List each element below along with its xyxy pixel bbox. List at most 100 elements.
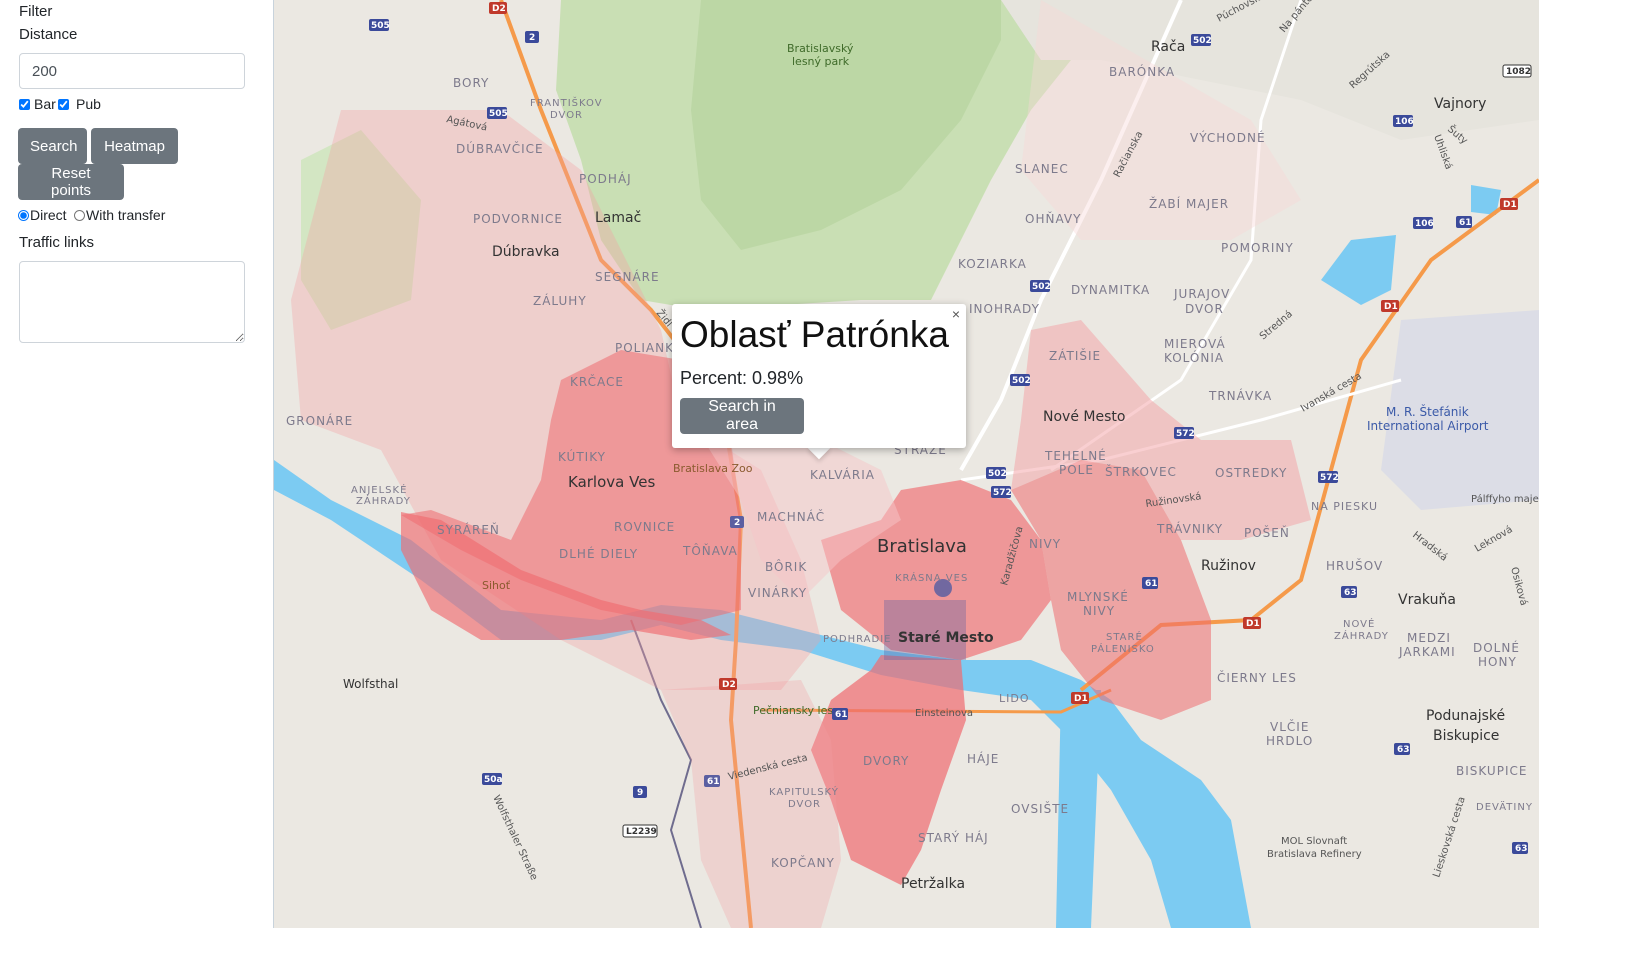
- svg-text:502: 502: [1193, 36, 1212, 46]
- label-vlcie-hrdlo-2: HRDLO: [1266, 734, 1313, 748]
- label-syraren: SYRÁREŇ: [437, 522, 500, 537]
- shield-l2239: L2239: [622, 824, 658, 838]
- svg-text:D1: D1: [1246, 619, 1260, 629]
- label-podhaj: PODHÁJ: [579, 171, 632, 186]
- label-zatisie: ZÁTIŠIE: [1049, 348, 1101, 363]
- radio-direct[interactable]: Direct: [18, 207, 67, 223]
- shield-d1-b: D1: [1381, 300, 1399, 312]
- traffic-links-label: Traffic links: [19, 234, 95, 251]
- search-in-area-button[interactable]: Search in area: [680, 398, 804, 434]
- shield-61-b: 61: [1142, 577, 1158, 589]
- svg-text:61: 61: [1145, 579, 1158, 589]
- checkbox-bar-label: Bar: [34, 96, 56, 112]
- label-tehelne-2: POLE: [1059, 463, 1094, 477]
- shield-505-a: 505: [369, 19, 390, 31]
- shield-2-mid: 2: [730, 516, 744, 528]
- label-haje: HÁJE: [967, 751, 999, 766]
- label-kapitulsky-2: DVOR: [788, 799, 821, 810]
- label-stare-mesto: Staré Mesto: [898, 630, 994, 646]
- svg-text:63: 63: [1515, 844, 1528, 854]
- svg-text:502: 502: [988, 469, 1007, 479]
- label-medzi-jarkami-2: JARKAMI: [1398, 645, 1456, 659]
- svg-text:106: 106: [1395, 117, 1414, 127]
- popup-percent: Percent: 0.98%: [680, 368, 804, 388]
- sidebar: Filter Distance Bar Pub Search Heatmap R…: [0, 0, 273, 975]
- label-airport-2: International Airport: [1367, 419, 1489, 433]
- reset-points-button[interactable]: Reset points: [18, 164, 124, 200]
- map[interactable]: Bratislava Staré Mesto Nové Mesto Karlov…: [273, 0, 1539, 928]
- shield-61-a: 61: [1456, 216, 1472, 228]
- label-vinarky: VINÁRKY: [748, 585, 807, 600]
- label-zaluhy: ZÁLUHY: [533, 293, 587, 308]
- label-biskupice-district: BISKUPICE: [1456, 764, 1527, 778]
- shield-572-a: 572: [991, 486, 1012, 498]
- heatmap-button[interactable]: Heatmap: [91, 128, 178, 164]
- radio-with-transfer[interactable]: With transfer: [74, 207, 165, 223]
- label-jurajov-2: DVOR: [1185, 302, 1224, 316]
- checkbox-pub-input[interactable]: [58, 98, 69, 110]
- label-karlova-ves: Karlova Ves: [568, 473, 655, 491]
- svg-text:502: 502: [1032, 282, 1051, 292]
- shield-9: 9: [633, 786, 647, 798]
- label-dubravka: Dúbravka: [492, 244, 560, 260]
- label-einsteinova: Einsteinova: [915, 708, 973, 719]
- svg-text:D2: D2: [722, 680, 736, 690]
- label-slanec: SLANEC: [1015, 162, 1069, 176]
- label-nivy: NIVY: [1029, 537, 1061, 551]
- radio-with-transfer-label: With transfer: [86, 207, 166, 223]
- label-ovsiste: OVSIŠTE: [1011, 801, 1069, 816]
- label-posen: POŠEŇ: [1244, 525, 1290, 540]
- popup-title: Oblasť Patrónka: [680, 314, 949, 355]
- shield-d2-north: D2: [489, 2, 507, 14]
- label-petrzalka: Petržalka: [901, 876, 965, 892]
- label-medzi-jarkami-1: MEDZI: [1407, 631, 1451, 645]
- label-vinohrady: INOHRADY: [969, 302, 1040, 316]
- label-devatiny: DEVÄTINY: [1476, 800, 1533, 813]
- svg-text:63: 63: [1344, 588, 1357, 598]
- map-canvas[interactable]: Bratislava Staré Mesto Nové Mesto Karlov…: [274, 0, 1539, 928]
- svg-text:D1: D1: [1503, 200, 1517, 210]
- checkbox-bar-input[interactable]: [19, 98, 30, 110]
- label-mlynske-1: MLYNSKÉ: [1067, 589, 1129, 604]
- shield-502-b: 502: [1030, 280, 1051, 292]
- label-trnavka: TRNÁVKA: [1208, 388, 1272, 403]
- label-krasna-ves: KRÁSNA VES: [895, 571, 968, 584]
- label-podunajske: Podunajské: [1426, 708, 1505, 724]
- label-ruzinov: Ružinov: [1201, 558, 1256, 574]
- label-vrakuna: Vrakuňa: [1398, 592, 1456, 608]
- shield-61-d: 61: [704, 775, 720, 787]
- shield-2-north: 2: [525, 31, 539, 43]
- label-palffyho: Pálffyho majer: [1471, 493, 1539, 505]
- label-strkovec: ŠTRKOVEC: [1105, 464, 1177, 479]
- radio-with-transfer-input[interactable]: [74, 209, 85, 221]
- svg-text:1082: 1082: [1506, 67, 1531, 77]
- svg-text:572: 572: [1176, 429, 1195, 439]
- label-dolne-hony-1: DOLNÉ: [1473, 640, 1520, 655]
- shield-61-c: 61: [832, 708, 848, 720]
- checkbox-pub[interactable]: Pub: [58, 96, 101, 112]
- svg-text:106: 106: [1415, 219, 1434, 229]
- label-bratislava: Bratislava: [877, 536, 967, 557]
- svg-text:D1: D1: [1384, 302, 1398, 312]
- label-frantiskov-2: DVOR: [550, 110, 583, 121]
- label-machnac: MACHNÁČ: [757, 509, 825, 524]
- shield-572-b: 572: [1174, 427, 1195, 439]
- popup-close-icon[interactable]: ×: [952, 306, 960, 322]
- label-dynamitka: DYNAMITKA: [1071, 283, 1150, 297]
- radio-direct-input[interactable]: [18, 209, 29, 221]
- svg-text:50a: 50a: [484, 775, 503, 785]
- label-nove-zahrady-1: NOVÉ: [1343, 617, 1375, 630]
- label-kopcany: KOPČANY: [771, 855, 835, 870]
- svg-text:D2: D2: [492, 4, 506, 14]
- radio-direct-label: Direct: [30, 207, 67, 223]
- search-button[interactable]: Search: [18, 128, 87, 164]
- label-tonava: TÔŇAVA: [682, 543, 738, 558]
- shield-63-c: 63: [1512, 842, 1528, 854]
- checkbox-bar[interactable]: Bar: [19, 96, 56, 112]
- checkbox-pub-label: Pub: [76, 96, 101, 112]
- svg-text:63: 63: [1397, 745, 1410, 755]
- traffic-links-textarea[interactable]: [19, 261, 245, 343]
- label-borik: BÔRIK: [765, 559, 807, 574]
- distance-input[interactable]: [19, 53, 245, 89]
- label-hrusov: HRUŠOV: [1326, 558, 1383, 573]
